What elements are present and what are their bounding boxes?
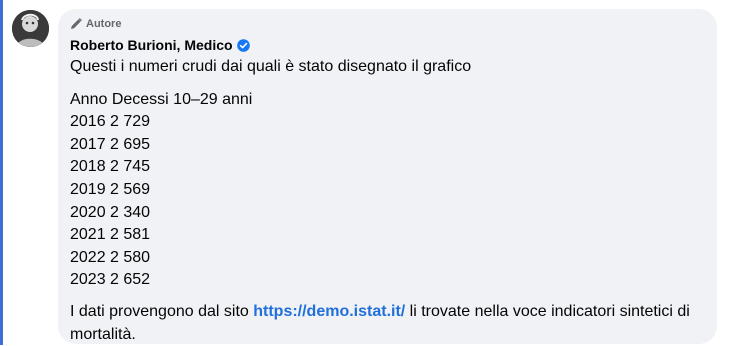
mortality-data-list: Anno Decessi 10–29 anni 2016 2 729 2017 … [70, 89, 705, 292]
istat-link[interactable]: https://demo.istat.it/ [253, 303, 405, 320]
data-row-2016: 2016 2 729 [70, 113, 151, 131]
data-row-2020: 2020 2 340 [70, 203, 151, 221]
data-row-2023: 2023 2 652 [70, 271, 151, 289]
data-list-header: Anno Decessi 10–29 anni [70, 90, 253, 108]
data-row-2019: 2019 2 569 [70, 180, 151, 198]
verified-badge-icon [236, 38, 250, 52]
data-row-2021: 2021 2 581 [70, 226, 151, 244]
data-row-2022: 2022 2 580 [70, 248, 151, 266]
data-row-2017: 2017 2 695 [70, 135, 151, 153]
author-badge: Autore [70, 17, 705, 31]
author-row: Roberto Burioni, Medico [70, 36, 705, 54]
author-badge-label: Autore [86, 18, 122, 30]
comment-intro-text: Questi i numeri crudi dai quali è stato … [70, 58, 472, 75]
comment-bubble: Autore Roberto Burioni, Medico Questi i … [58, 9, 717, 344]
source-note-prefix: I dati provengono dal sito [70, 302, 254, 320]
avatar[interactable] [12, 10, 49, 47]
author-name-link[interactable]: Roberto Burioni, Medico [70, 37, 233, 53]
data-row-2018: 2018 2 745 [70, 158, 151, 176]
pencil-icon [70, 18, 82, 30]
source-note: I dati provengono dal sito https://demo.… [70, 301, 700, 346]
thread-indicator-line [0, 0, 3, 345]
